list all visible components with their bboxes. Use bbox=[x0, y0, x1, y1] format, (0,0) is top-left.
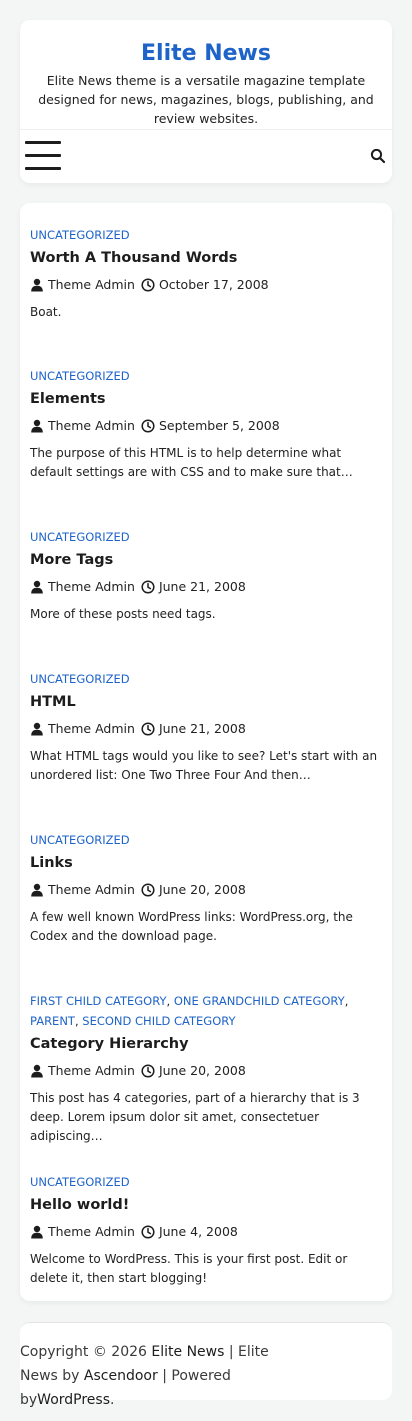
post-excerpt: What HTML tags would you like to see? Le… bbox=[30, 749, 378, 782]
post-meta: Theme Admin June 20, 2008 bbox=[30, 1062, 384, 1080]
search-icon[interactable] bbox=[370, 148, 386, 164]
post-excerpt: More of these posts need tags. bbox=[30, 607, 216, 621]
post-date[interactable]: June 4, 2008 bbox=[159, 1223, 238, 1241]
post-title[interactable]: Worth A Thousand Words bbox=[30, 248, 384, 268]
clock-icon bbox=[141, 883, 155, 897]
footer-separator: | bbox=[162, 1368, 167, 1384]
clock-icon bbox=[141, 1225, 155, 1239]
category-link[interactable]: First Child Category bbox=[30, 994, 167, 1008]
post-author[interactable]: Theme Admin bbox=[48, 417, 135, 435]
footer-by-text: by bbox=[62, 1368, 80, 1384]
post-list: Uncategorized Worth A Thousand Words Theme… bbox=[20, 203, 392, 1301]
post-item: Uncategorized More Tags Theme Admin June 21… bbox=[30, 527, 384, 624]
site-header: Elite News Elite News theme is a versati… bbox=[20, 20, 392, 183]
clock-icon bbox=[141, 278, 155, 292]
category-link[interactable]: Uncategorized bbox=[30, 672, 130, 686]
post-item: Uncategorized Elements Theme Admin Septembe… bbox=[30, 366, 384, 482]
post-title[interactable]: More Tags bbox=[30, 550, 384, 570]
post-item: Uncategorized Worth A Thousand Words Theme… bbox=[30, 225, 384, 322]
category-separator: , bbox=[344, 994, 349, 1008]
post-author[interactable]: Theme Admin bbox=[48, 1062, 135, 1080]
category-link[interactable]: Second Child Category bbox=[82, 1014, 235, 1028]
post-categories: Uncategorized bbox=[30, 527, 384, 547]
category-link[interactable]: Uncategorized bbox=[30, 369, 130, 383]
post-title[interactable]: HTML bbox=[30, 692, 384, 712]
post-item: Uncategorized Hello world! Theme Admin June… bbox=[30, 1172, 384, 1288]
clock-icon bbox=[141, 722, 155, 736]
post-date[interactable]: September 5, 2008 bbox=[159, 417, 280, 435]
user-icon bbox=[30, 1064, 44, 1078]
footer-site-link[interactable]: Elite News bbox=[151, 1344, 224, 1360]
main-navigation bbox=[20, 129, 392, 183]
post-categories: Uncategorized bbox=[30, 225, 384, 245]
post-author[interactable]: Theme Admin bbox=[48, 881, 135, 899]
site-footer: Copyright © 2026 Elite News | Elite News… bbox=[20, 1322, 392, 1408]
post-excerpt: A few well known WordPress links: WordPr… bbox=[30, 910, 353, 943]
post-title[interactable]: Hello world! bbox=[30, 1195, 384, 1215]
post-item: First Child Category, One Grandchild Cat… bbox=[30, 991, 384, 1146]
post-meta: Theme Admin June 20, 2008 bbox=[30, 881, 384, 899]
post-categories: Uncategorized bbox=[30, 366, 384, 386]
post-excerpt: Welcome to WordPress. This is your first… bbox=[30, 1252, 348, 1285]
post-date[interactable]: June 20, 2008 bbox=[159, 881, 246, 899]
footer-credits: Copyright © 2026 Elite News | Elite News… bbox=[20, 1340, 282, 1412]
post-categories: Uncategorized bbox=[30, 1172, 384, 1192]
post-excerpt: This post has 4 categories, part of a hi… bbox=[30, 1091, 360, 1143]
post-author[interactable]: Theme Admin bbox=[48, 276, 135, 294]
post-date[interactable]: June 20, 2008 bbox=[159, 1062, 246, 1080]
user-icon bbox=[30, 278, 44, 292]
footer-period: . bbox=[110, 1392, 115, 1408]
user-icon bbox=[30, 722, 44, 736]
footer-author-link[interactable]: Ascendoor bbox=[84, 1368, 158, 1384]
clock-icon bbox=[141, 419, 155, 433]
user-icon bbox=[30, 580, 44, 594]
copyright-text: Copyright © 2026 bbox=[20, 1344, 147, 1360]
post-meta: Theme Admin June 4, 2008 bbox=[30, 1223, 384, 1241]
hamburger-menu-icon[interactable] bbox=[25, 141, 61, 172]
post-categories: Uncategorized bbox=[30, 830, 384, 850]
post-date[interactable]: June 21, 2008 bbox=[159, 720, 246, 738]
post-item: Uncategorized HTML Theme Admin June 21, 200… bbox=[30, 669, 384, 785]
post-excerpt: Boat. bbox=[30, 305, 62, 319]
post-title[interactable]: Links bbox=[30, 853, 384, 873]
post-title[interactable]: Elements bbox=[30, 389, 384, 409]
post-date[interactable]: October 17, 2008 bbox=[159, 276, 269, 294]
post-excerpt: The purpose of this HTML is to help dete… bbox=[30, 446, 353, 479]
category-link[interactable]: One Grandchild Category bbox=[174, 994, 345, 1008]
category-separator: , bbox=[166, 994, 174, 1008]
post-meta: Theme Admin September 5, 2008 bbox=[30, 417, 384, 435]
category-link[interactable]: Uncategorized bbox=[30, 228, 130, 242]
site-description: Elite News theme is a versatile magazine… bbox=[38, 73, 374, 126]
post-meta: Theme Admin October 17, 2008 bbox=[30, 276, 384, 294]
post-author[interactable]: Theme Admin bbox=[48, 578, 135, 596]
post-date[interactable]: June 21, 2008 bbox=[159, 578, 246, 596]
post-categories: Uncategorized bbox=[30, 669, 384, 689]
clock-icon bbox=[141, 1064, 155, 1078]
post-title[interactable]: Category Hierarchy bbox=[30, 1034, 384, 1054]
category-link[interactable]: Uncategorized bbox=[30, 1175, 130, 1189]
user-icon bbox=[30, 419, 44, 433]
post-meta: Theme Admin June 21, 2008 bbox=[30, 578, 384, 596]
user-icon bbox=[30, 883, 44, 897]
user-icon bbox=[30, 1225, 44, 1239]
post-item: Uncategorized Links Theme Admin June 20, 20… bbox=[30, 830, 384, 946]
category-link[interactable]: Parent bbox=[30, 1014, 75, 1028]
category-link[interactable]: Uncategorized bbox=[30, 833, 130, 847]
category-link[interactable]: Uncategorized bbox=[30, 530, 130, 544]
post-author[interactable]: Theme Admin bbox=[48, 1223, 135, 1241]
post-author[interactable]: Theme Admin bbox=[48, 720, 135, 738]
clock-icon bbox=[141, 580, 155, 594]
footer-wordpress-link[interactable]: WordPress bbox=[37, 1392, 110, 1408]
post-meta: Theme Admin June 21, 2008 bbox=[30, 720, 384, 738]
post-categories: First Child Category, One Grandchild Cat… bbox=[30, 991, 384, 1031]
footer-separator: | bbox=[228, 1344, 234, 1360]
site-title[interactable]: Elite News bbox=[20, 41, 392, 66]
